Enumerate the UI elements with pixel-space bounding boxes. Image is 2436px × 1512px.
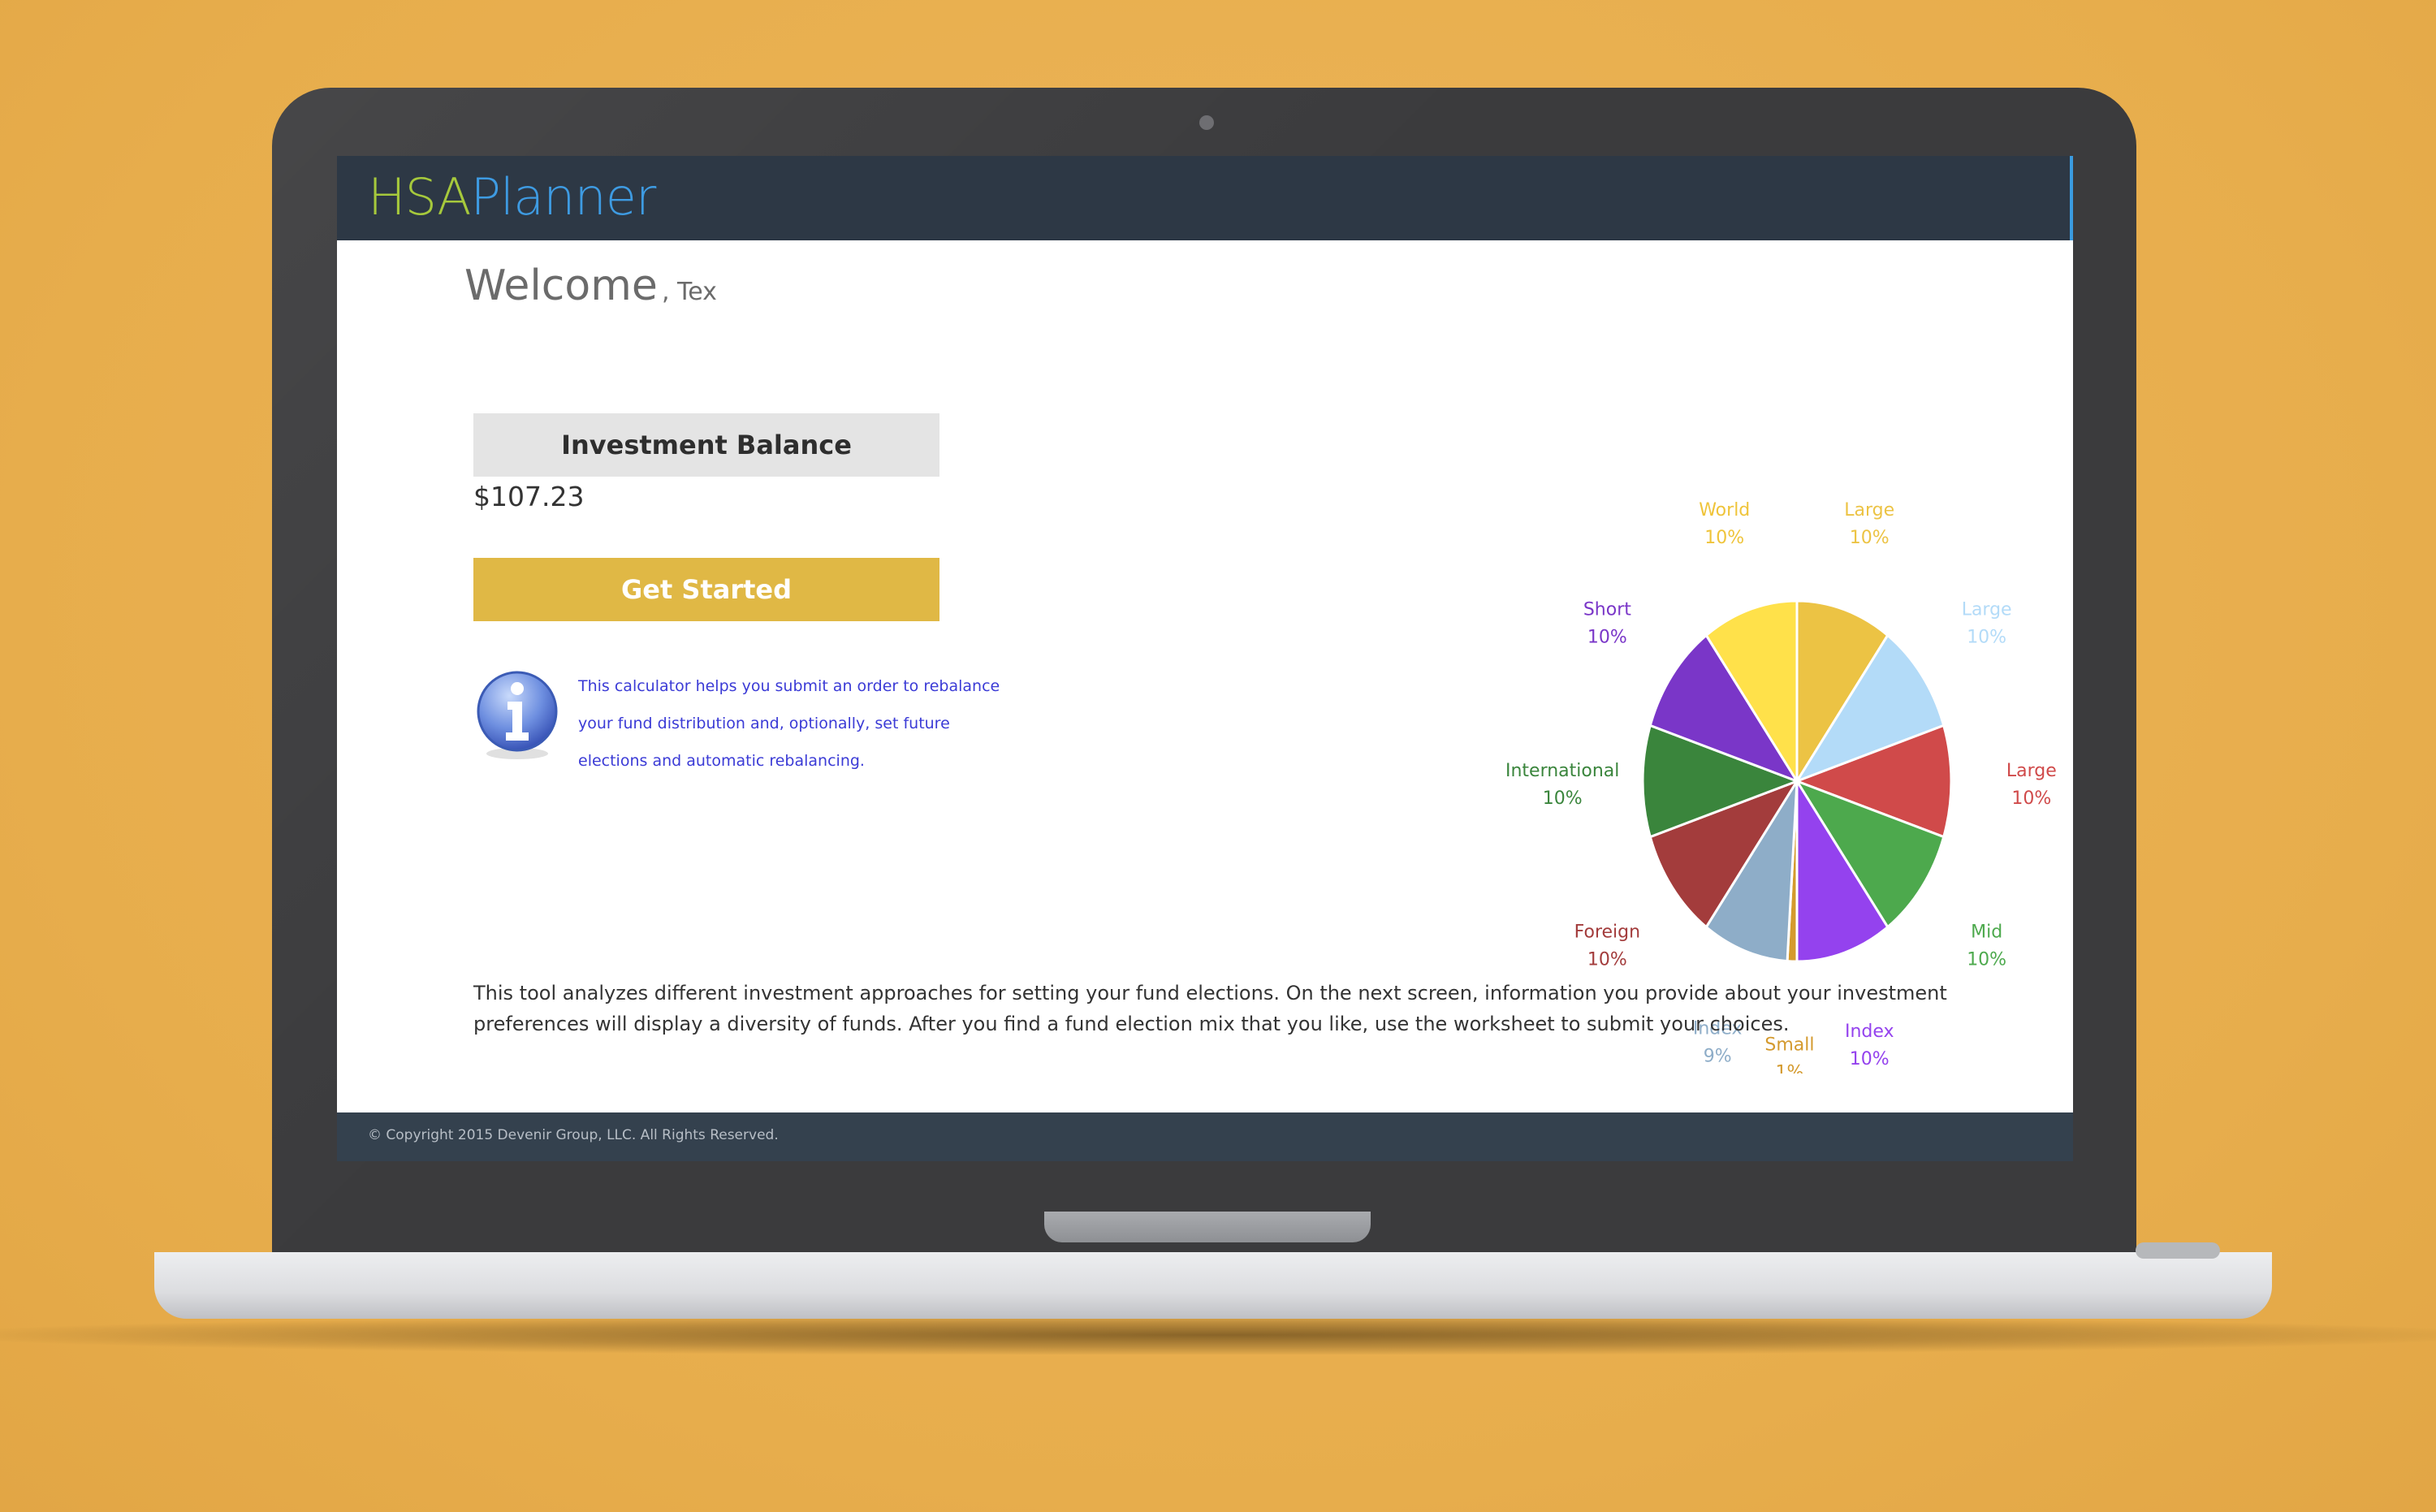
slice-percent: 10% bbox=[1543, 788, 1583, 809]
slice-percent: 10% bbox=[2011, 788, 2051, 809]
logo-planner: Planner bbox=[470, 167, 657, 227]
slice-percent: 10% bbox=[1587, 949, 1627, 970]
app-screen: HSAPlanner Welcome , Tex Investment Bala… bbox=[337, 156, 2073, 1161]
slice-percent: 10% bbox=[1704, 528, 1744, 548]
slice-label: Short bbox=[1583, 600, 1631, 620]
slice-label: Large bbox=[1844, 500, 1894, 521]
slice-label: International bbox=[1505, 761, 1619, 781]
slice-percent: 10% bbox=[1967, 949, 2006, 970]
logo-hsa: HSA bbox=[368, 167, 472, 227]
app-header: HSAPlanner bbox=[337, 156, 2073, 240]
slice-label: Foreign bbox=[1574, 922, 1640, 942]
laptop-shadow bbox=[0, 1315, 2436, 1354]
slice-percent: 10% bbox=[1587, 628, 1627, 648]
slice-percent: 10% bbox=[1967, 628, 2006, 648]
app-footer: © Copyright 2015 Devenir Group, LLC. All… bbox=[337, 1112, 2073, 1161]
investment-balance-header: Investment Balance bbox=[473, 413, 939, 477]
get-started-button[interactable]: Get Started bbox=[473, 558, 939, 621]
info-icon bbox=[477, 671, 558, 759]
fund-allocation-pie-chart: Large10%Large10%Large10%Mid10%Index10%Sm… bbox=[1505, 500, 2057, 1074]
slice-percent: 10% bbox=[1850, 1049, 1890, 1069]
user-name: , Tex bbox=[661, 278, 717, 306]
welcome-heading: Welcome , Tex bbox=[464, 261, 717, 310]
slice-label: Large bbox=[1962, 600, 2012, 620]
slice-percent: 9% bbox=[1704, 1046, 1732, 1066]
info-text: This calculator helps you submit an orde… bbox=[578, 677, 1000, 770]
tool-description: This tool analyzes different investment … bbox=[473, 982, 1947, 1035]
laptop-base bbox=[154, 1252, 2272, 1319]
slice-percent: 10% bbox=[1850, 528, 1890, 548]
laptop-foot bbox=[2136, 1242, 2220, 1259]
laptop-notch bbox=[1044, 1212, 1371, 1242]
welcome-text: Welcome bbox=[464, 261, 658, 310]
slice-label: World bbox=[1699, 500, 1750, 521]
slice-percent: 1% bbox=[1775, 1062, 1803, 1074]
investment-balance-value: $107.23 bbox=[473, 481, 585, 512]
slice-label: Large bbox=[2006, 761, 2057, 781]
copyright-text: © Copyright 2015 Devenir Group, LLC. All… bbox=[368, 1127, 779, 1143]
slice-label: Mid bbox=[1971, 922, 2002, 942]
app-logo[interactable]: HSAPlanner bbox=[368, 167, 657, 227]
camera-icon bbox=[1199, 115, 1214, 130]
